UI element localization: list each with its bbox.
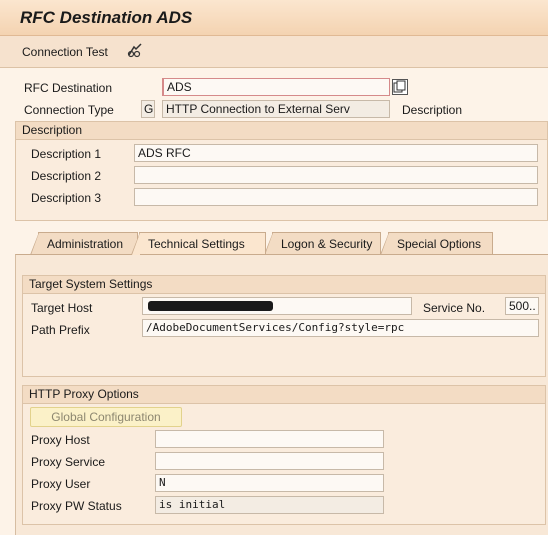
target-host-label: Target Host	[31, 301, 93, 315]
description-3-field[interactable]	[134, 188, 538, 206]
description-header-label: Description	[402, 103, 463, 117]
copy-icon[interactable]	[392, 79, 408, 95]
description-2-label: Description 2	[31, 169, 102, 183]
target-system-group-title: Target System Settings	[23, 276, 545, 294]
window-title: RFC Destination ADS	[20, 8, 193, 27]
connection-type-text: HTTP Connection to External Serv	[162, 100, 390, 118]
tab-administration[interactable]: Administration	[30, 232, 138, 255]
proxy-host-label: Proxy Host	[31, 433, 90, 447]
tab-special-options[interactable]: Special Options	[380, 232, 493, 255]
proxy-service-label: Proxy Service	[31, 455, 106, 469]
connection-type-code: G	[141, 100, 155, 118]
description-1-field[interactable]: ADS RFC	[134, 144, 538, 162]
description-1-label: Description 1	[31, 147, 102, 161]
service-no-label: Service No.	[423, 301, 486, 315]
proxy-pw-status-field: is initial	[155, 496, 384, 514]
redaction-mark	[148, 301, 273, 311]
description-group-title: Description	[16, 122, 547, 140]
description-2-field[interactable]	[134, 166, 538, 184]
rfc-destination-field[interactable]: ADS	[162, 78, 390, 96]
proxy-pw-status-label: Proxy PW Status	[31, 499, 122, 513]
description-3-label: Description 3	[31, 191, 102, 205]
rfc-destination-label: RFC Destination	[24, 81, 113, 95]
glasses-check-icon[interactable]	[126, 43, 144, 59]
title-bar: RFC Destination ADS	[0, 0, 548, 36]
global-configuration-button[interactable]: Global Configuration	[30, 407, 182, 427]
application-toolbar: Connection Test	[0, 36, 548, 68]
connection-type-label: Connection Type	[24, 103, 114, 117]
http-proxy-group-title: HTTP Proxy Options	[23, 386, 545, 404]
path-prefix-field[interactable]: /AdobeDocumentServices/Config?style=rpc	[142, 319, 539, 337]
connection-test-button[interactable]: Connection Test	[22, 45, 108, 59]
path-prefix-label: Path Prefix	[31, 323, 90, 337]
service-no-field[interactable]: 500..	[505, 297, 539, 315]
proxy-service-field[interactable]	[155, 452, 384, 470]
tab-logon-security[interactable]: Logon & Security	[264, 232, 381, 255]
tab-technical-settings[interactable]: Technical Settings	[131, 232, 266, 255]
proxy-user-field[interactable]: N	[155, 474, 384, 492]
proxy-host-field[interactable]	[155, 430, 384, 448]
proxy-user-label: Proxy User	[31, 477, 91, 491]
